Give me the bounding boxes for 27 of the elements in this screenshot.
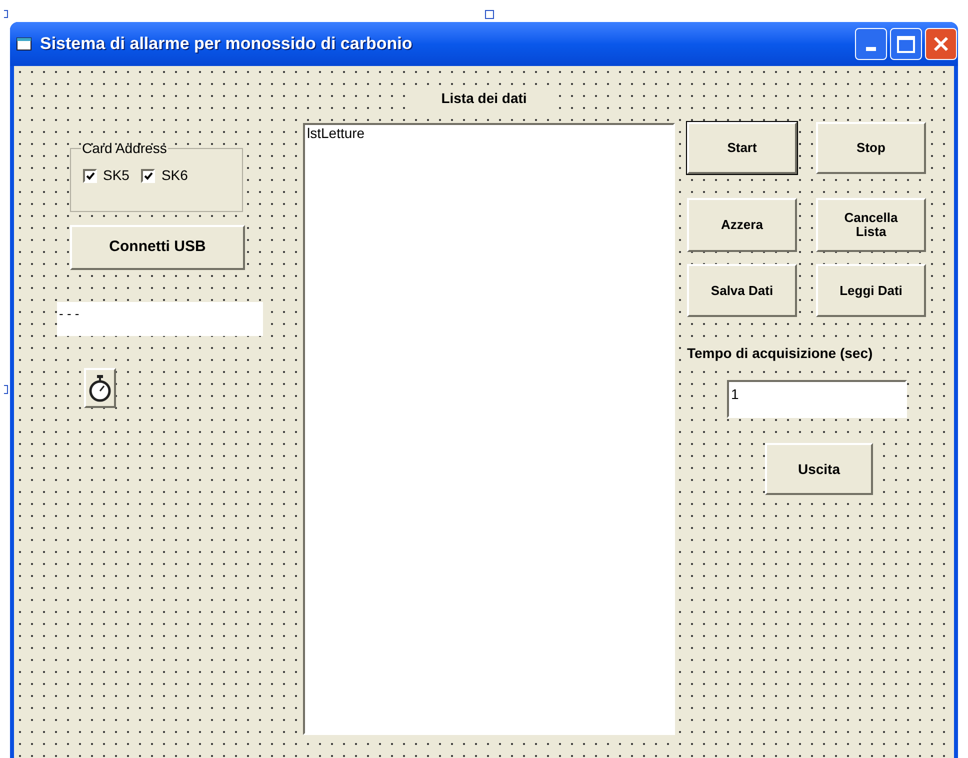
interval-field[interactable]: 1 [727,380,907,418]
selection-handle-icon[interactable] [4,385,8,394]
exit-button[interactable]: Uscita [765,443,873,495]
form-button[interactable]: Cancella Lista [816,198,926,252]
selection-handle-icon[interactable] [4,10,8,18]
form-icon [16,37,32,51]
form-button[interactable]: Start [687,122,797,174]
stopwatch-icon [89,374,111,402]
checkbox[interactable] [83,168,97,182]
form-button[interactable]: Salva Dati [687,264,797,317]
form-button[interactable]: Stop [816,122,926,174]
selection-handle-icon[interactable] [485,10,494,19]
maximize-button[interactable] [890,28,922,60]
list-item[interactable]: lstLetture [307,125,671,142]
form-button[interactable]: Leggi Dati [816,264,926,317]
close-icon [932,35,950,53]
checkbox-label: SK5 [103,166,130,185]
frame-label: Card Address [81,139,168,158]
list-box[interactable]: lstLetture [303,123,675,735]
checkbox[interactable] [141,168,156,182]
close-button[interactable] [925,28,957,60]
form-button[interactable]: Azzera [687,198,797,252]
minimize-button[interactable] [855,28,887,60]
window-title: Sistema di allarme per monossido di carbonio [40,33,412,56]
checkbox-label: SK6 [161,166,188,185]
connect-button[interactable]: Connetti USB [70,225,245,270]
status-label: - - - [57,302,263,336]
